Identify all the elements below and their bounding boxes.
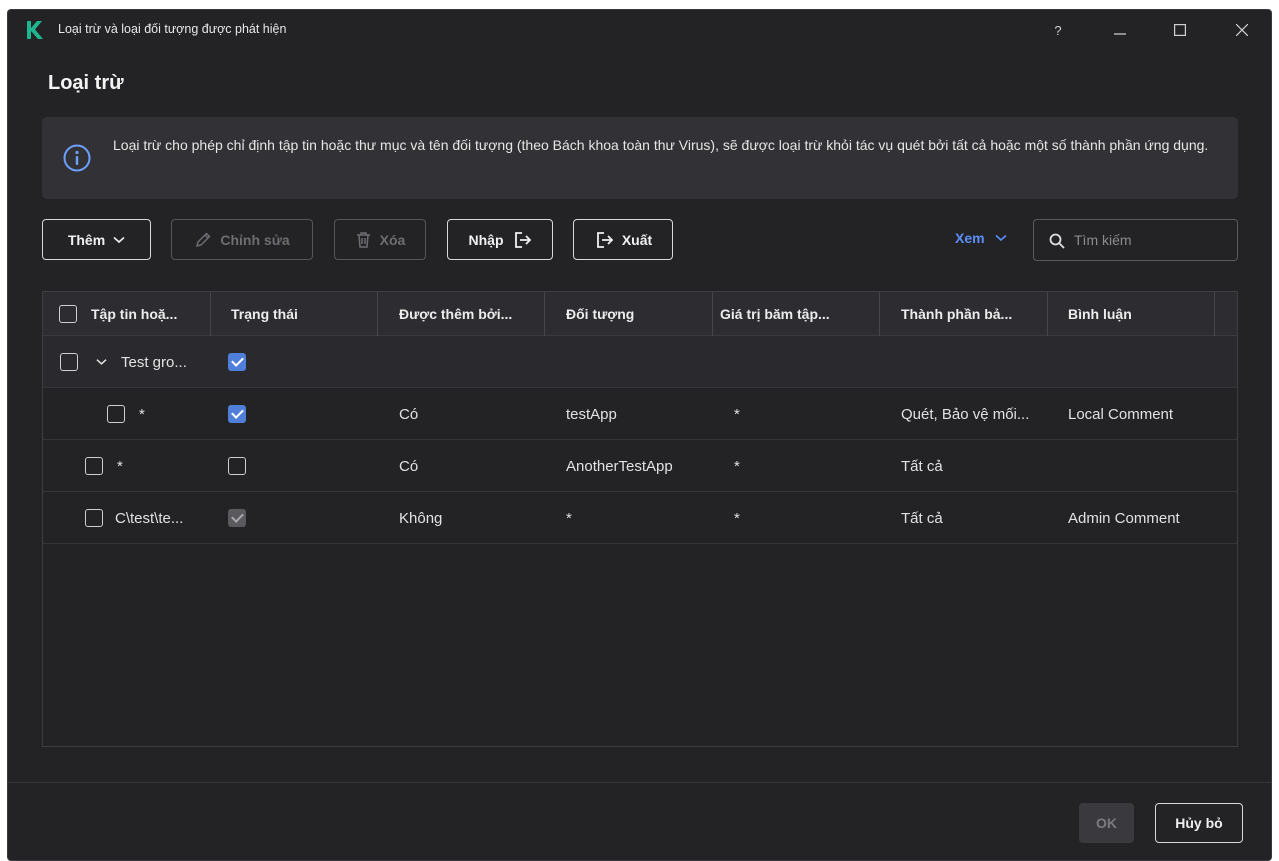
added-by-cell: Không <box>399 509 443 527</box>
object-cell: testApp <box>566 405 617 423</box>
row-name: Test gro... <box>121 353 187 371</box>
row-select-cell: Test gro... <box>60 336 187 388</box>
column-header-label: Trạng thái <box>231 306 298 322</box>
column-header-status[interactable]: Trạng thái <box>211 292 378 336</box>
delete-button[interactable]: Xóa <box>334 219 426 260</box>
status-checkbox[interactable] <box>228 405 246 423</box>
pencil-icon <box>196 231 211 247</box>
add-button-label: Thêm <box>67 231 106 248</box>
exclusions-table: Tập tin hoặ... Trạng thái Được thêm bởi.… <box>42 291 1238 747</box>
chevron-down-icon <box>113 236 125 243</box>
info-text: Loại trừ cho phép chỉ định tập tin hoặc … <box>113 137 1209 153</box>
export-button-label: Xuất <box>621 231 653 248</box>
status-checkbox <box>228 509 246 527</box>
hash-cell: * <box>734 405 740 423</box>
status-checkbox[interactable] <box>228 353 246 371</box>
column-header-label: Tập tin hoặ... <box>91 306 178 322</box>
column-header-comment[interactable]: Bình luận <box>1048 292 1215 336</box>
table-row[interactable]: * Có AnotherTestApp * Tất cả <box>43 440 1237 492</box>
close-icon <box>1236 24 1248 36</box>
search-box <box>1033 219 1238 261</box>
page-title: Loại trừ <box>48 72 124 94</box>
dialog-window: Loại trừ và loại đối tượng được phát hiệ… <box>7 9 1272 861</box>
table-header: Tập tin hoặ... Trạng thái Được thêm bởi.… <box>43 292 1237 336</box>
status-cell <box>228 440 246 492</box>
search-input[interactable] <box>1074 230 1224 250</box>
chevron-down-icon <box>995 234 1007 242</box>
table-row[interactable]: Test gro... <box>43 336 1237 388</box>
view-dropdown[interactable]: Xem <box>955 230 1007 246</box>
footer-divider <box>8 782 1271 783</box>
delete-button-label: Xóa <box>379 231 406 248</box>
view-dropdown-label: Xem <box>955 230 985 246</box>
ok-button[interactable]: OK <box>1079 803 1134 843</box>
help-button[interactable]: ? <box>1044 18 1072 42</box>
column-header-label: Giá trị băm tập... <box>720 306 830 322</box>
column-header-file[interactable]: Tập tin hoặ... <box>43 292 211 336</box>
trash-icon <box>356 231 370 248</box>
object-cell: * <box>566 509 572 527</box>
edit-button-label: Chỉnh sửa <box>220 231 290 248</box>
help-icon: ? <box>1054 22 1062 38</box>
window-title: Loại trừ và loại đối tượng được phát hiệ… <box>58 22 287 36</box>
components-cell: Quét, Bảo vệ mối... <box>901 405 1030 423</box>
status-cell <box>228 388 246 440</box>
status-cell <box>228 336 246 388</box>
export-icon <box>596 231 614 248</box>
add-button[interactable]: Thêm <box>42 219 151 260</box>
row-checkbox[interactable] <box>85 457 103 475</box>
column-header-label: Được thêm bởi... <box>399 306 513 322</box>
maximize-icon <box>1174 24 1186 36</box>
row-select-cell: * <box>107 388 145 440</box>
column-header-components[interactable]: Thành phần bả... <box>880 292 1048 336</box>
hash-cell: * <box>734 457 740 475</box>
select-all-checkbox[interactable] <box>59 305 77 323</box>
column-header-label: Bình luận <box>1068 306 1132 322</box>
components-cell: Tất cả <box>901 509 943 527</box>
close-button[interactable] <box>1228 18 1256 42</box>
maximize-button[interactable] <box>1166 18 1194 42</box>
row-checkbox[interactable] <box>60 353 78 371</box>
minimize-icon <box>1114 33 1126 35</box>
chevron-down-icon[interactable] <box>96 358 107 366</box>
row-checkbox[interactable] <box>85 509 103 527</box>
added-by-cell: Có <box>399 457 419 475</box>
column-header-label: Thành phần bả... <box>901 306 1013 322</box>
column-header-object[interactable]: Đối tượng <box>545 292 713 336</box>
minimize-button[interactable] <box>1106 18 1134 42</box>
row-checkbox[interactable] <box>107 405 125 423</box>
row-select-cell: * <box>85 440 123 492</box>
components-cell: Tất cả <box>901 457 943 475</box>
status-checkbox[interactable] <box>228 457 246 475</box>
comment-cell: Local Comment <box>1068 405 1174 423</box>
cancel-button[interactable]: Hủy bỏ <box>1155 803 1243 843</box>
title-bar: Loại trừ và loại đối tượng được phát hiệ… <box>8 10 1271 50</box>
import-button-label: Nhập <box>468 231 504 248</box>
status-cell <box>228 492 246 544</box>
import-icon <box>514 231 531 248</box>
column-header-label: Đối tượng <box>566 306 635 322</box>
table-row[interactable]: * Có testApp * Quét, Bảo vệ mối... Local… <box>43 388 1237 440</box>
comment-cell: Admin Comment <box>1068 509 1180 527</box>
row-name: C\test\te... <box>115 509 184 527</box>
import-button[interactable]: Nhập <box>447 219 553 260</box>
row-select-cell: C\test\te... <box>85 492 183 544</box>
info-icon <box>63 144 91 172</box>
kaspersky-logo-icon <box>27 21 43 39</box>
export-button[interactable]: Xuất <box>573 219 673 260</box>
object-cell: AnotherTestApp <box>566 457 673 475</box>
table-row[interactable]: C\test\te... Không * * Tất cả Admin Comm… <box>43 492 1237 544</box>
row-name: * <box>117 457 123 475</box>
search-icon <box>1049 233 1065 249</box>
column-header-hash[interactable]: Giá trị băm tập... <box>713 292 880 336</box>
column-header-added-by[interactable]: Được thêm bởi... <box>378 292 545 336</box>
added-by-cell: Có <box>399 405 419 423</box>
edit-button[interactable]: Chỉnh sửa <box>171 219 313 260</box>
hash-cell: * <box>734 509 740 527</box>
row-name: * <box>139 405 145 423</box>
info-banner: Loại trừ cho phép chỉ định tập tin hoặc … <box>42 117 1238 199</box>
